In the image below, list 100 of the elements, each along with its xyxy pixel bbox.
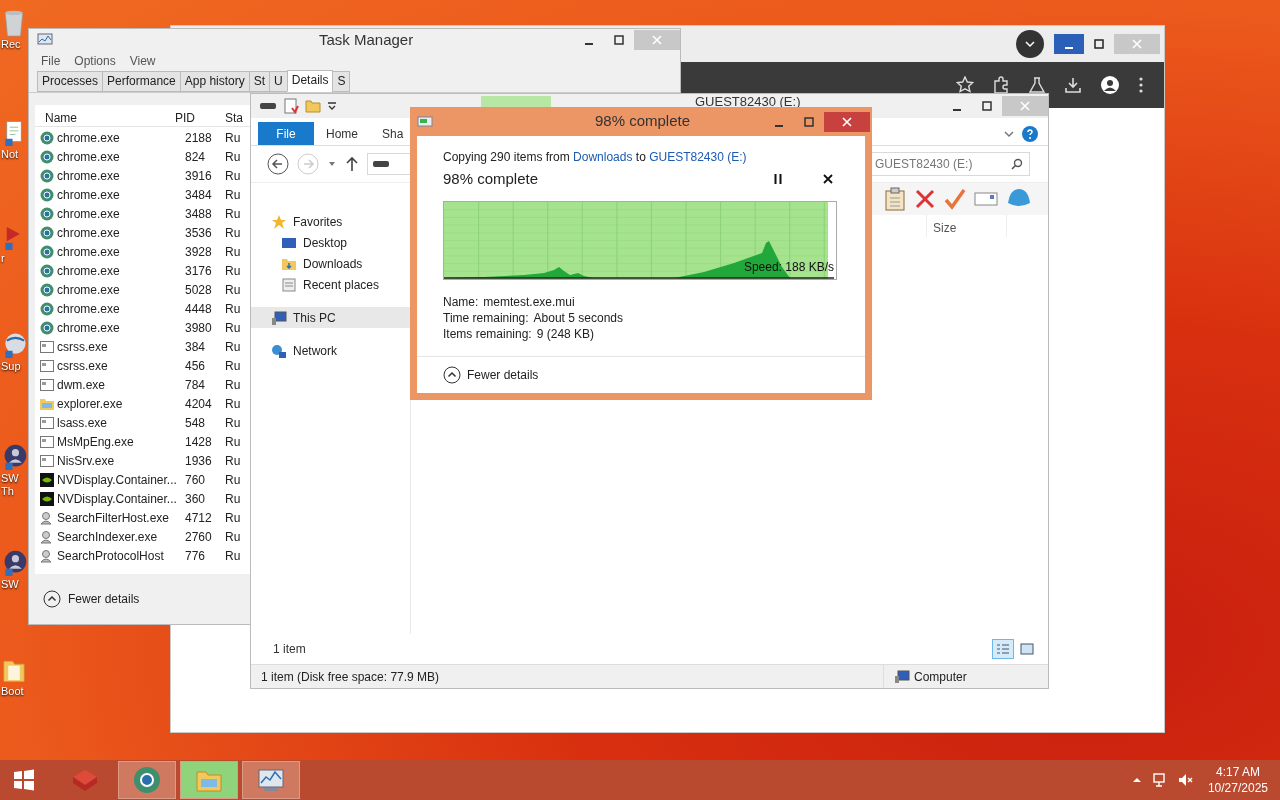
taskbar-app-button[interactable]: [118, 761, 176, 799]
column-header[interactable]: Name: [35, 108, 175, 127]
process-row[interactable]: SearchFilterHost.exe 4712 Ru: [35, 508, 251, 527]
computer-icon: [894, 669, 910, 684]
shortcut-label: Boot: [1, 685, 25, 698]
ribbon-tab[interactable]: Home: [314, 122, 370, 145]
close-button[interactable]: [824, 111, 870, 132]
muted-speaker-icon[interactable]: [1177, 772, 1194, 788]
checkmark-icon[interactable]: [944, 188, 966, 210]
globe-icon: [132, 765, 162, 795]
shortcut-label: SW: [1, 578, 20, 591]
table-cell-text: MsMpEng.exe: [57, 433, 135, 451]
fewer-details-button[interactable]: Fewer details: [443, 365, 539, 384]
pause-icon: [774, 174, 782, 185]
tab[interactable]: Processes: [37, 71, 104, 92]
tab[interactable]: U: [269, 71, 288, 92]
more-icon[interactable]: [1138, 76, 1144, 94]
source-link[interactable]: Downloads: [573, 150, 633, 164]
flask-icon[interactable]: [1028, 76, 1046, 94]
nav-item[interactable]: Recent places: [251, 274, 410, 295]
process-row[interactable]: csrss.exe 384 Ru: [35, 337, 251, 356]
table-cell-text: 4204: [185, 395, 213, 413]
network-icon[interactable]: [1151, 772, 1168, 788]
star-icon[interactable]: [956, 76, 974, 94]
clipboard-icon[interactable]: [884, 187, 906, 211]
download-icon[interactable]: [1064, 76, 1082, 94]
process-row[interactable]: chrome.exe 2188 Ru: [35, 128, 251, 147]
dropdown-icon[interactable]: [327, 101, 337, 111]
detail-value: 9 (248 KB): [536, 325, 595, 342]
nav-item[interactable]: Network: [251, 340, 410, 361]
detail-value: memtest.exe.mui: [483, 293, 575, 310]
puzzle-icon[interactable]: [992, 76, 1010, 94]
nav-item[interactable]: This PC: [251, 307, 410, 328]
chevron-up-icon: [443, 365, 461, 384]
process-row[interactable]: dwm.exe 784 Ru: [35, 375, 251, 394]
taskbar-app-button[interactable]: [242, 761, 300, 799]
process-row[interactable]: NVDisplay.Container... 760 Ru: [35, 470, 251, 489]
process-row[interactable]: chrome.exe 3980 Ru: [35, 318, 251, 337]
menu-item[interactable]: View: [129, 52, 156, 70]
process-row[interactable]: chrome.exe 4448 Ru: [35, 299, 251, 318]
nav-item[interactable]: Desktop: [251, 232, 410, 253]
chevron-down-icon: [1025, 40, 1035, 48]
process-row[interactable]: chrome.exe 3488 Ru: [35, 204, 251, 223]
search-field[interactable]: GUEST82430 (E:): [870, 152, 1030, 176]
table-cell-text: chrome.exe: [57, 281, 121, 299]
chevron-down-icon[interactable]: [1004, 130, 1014, 138]
nav-label: Favorites: [293, 213, 343, 231]
tab[interactable]: App history: [179, 71, 250, 92]
show-hidden-icons-icon[interactable]: [1131, 776, 1142, 784]
process-row[interactable]: chrome.exe 5028 Ru: [35, 280, 251, 299]
process-row[interactable]: chrome.exe 3536 Ru: [35, 223, 251, 242]
process-row[interactable]: chrome.exe 3928 Ru: [35, 242, 251, 261]
process-row[interactable]: NisSrv.exe 1936 Ru: [35, 451, 251, 470]
menu-item[interactable]: Options: [74, 52, 116, 70]
column-header[interactable]: Sta: [225, 108, 251, 127]
table-cell-text: 456: [185, 357, 207, 375]
process-row[interactable]: NVDisplay.Container... 360 Ru: [35, 489, 251, 508]
tab[interactable]: S: [332, 71, 351, 92]
profile-icon[interactable]: [1100, 75, 1120, 95]
clock[interactable]: 4:17 AM 10/27/2025: [1207, 764, 1268, 796]
minimize-button[interactable]: [1054, 34, 1084, 54]
process-row[interactable]: csrss.exe 456 Ru: [35, 356, 251, 375]
menu-item[interactable]: File: [41, 52, 61, 70]
table-cell-text: 824: [185, 148, 207, 166]
destination-link[interactable]: GUEST82430 (E:): [649, 150, 747, 164]
up-arrow-icon[interactable]: [345, 156, 359, 172]
table-cell-text: csrss.exe: [57, 357, 109, 375]
process-row[interactable]: chrome.exe 3916 Ru: [35, 166, 251, 185]
nav-item[interactable]: Downloads: [251, 253, 410, 274]
tab[interactable]: St: [248, 71, 271, 92]
process-row[interactable]: chrome.exe 3484 Ru: [35, 185, 251, 204]
process-row[interactable]: lsass.exe 548 Ru: [35, 413, 251, 432]
process-row[interactable]: MsMpEng.exe 1428 Ru: [35, 432, 251, 451]
process-row[interactable]: explorer.exe 4204 Ru: [35, 394, 251, 413]
table-cell-text: chrome.exe: [57, 300, 121, 318]
table-cell-text: 360: [185, 490, 207, 508]
fewer-details-button[interactable]: Fewer details: [43, 590, 140, 608]
nav-label: Downloads: [303, 255, 363, 273]
nav-item[interactable]: Favorites: [251, 211, 410, 232]
properties-icon[interactable]: [283, 98, 299, 114]
process-row[interactable]: chrome.exe 824 Ru: [35, 147, 251, 166]
column-header[interactable]: PID: [175, 108, 225, 127]
nav-label: Desktop: [303, 234, 348, 252]
column-header[interactable]: Size: [927, 215, 1007, 237]
tab[interactable]: Details: [286, 70, 334, 92]
delete-icon[interactable]: [914, 188, 936, 210]
back-icon[interactable]: [267, 153, 289, 175]
table-cell-text: chrome.exe: [57, 129, 121, 147]
process-row[interactable]: SearchProtocolHost 776 Ru: [35, 546, 251, 565]
tab[interactable]: Performance: [102, 71, 181, 92]
process-row[interactable]: SearchIndexer.exe 2760 Ru: [35, 527, 251, 546]
globe-icon: [40, 320, 54, 335]
document-icon: [281, 276, 297, 293]
nav-label: This PC: [293, 309, 336, 327]
rename-icon[interactable]: [974, 190, 998, 208]
ribbon-tab[interactable]: File: [258, 122, 314, 145]
help-icon[interactable]: [1022, 126, 1038, 142]
table-cell-text: explorer.exe: [57, 395, 124, 413]
process-row[interactable]: chrome.exe 3176 Ru: [35, 261, 251, 280]
tab-search-button[interactable]: [1016, 30, 1044, 58]
